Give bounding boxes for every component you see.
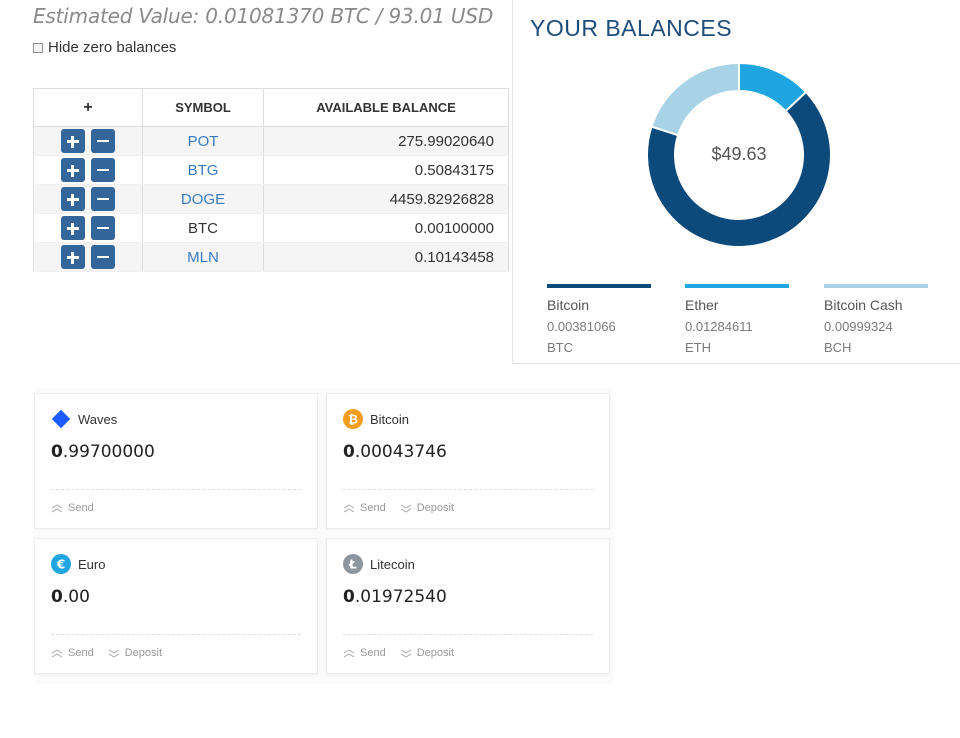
wallet-card-litecoin: Ł Litecoin 0.01972540 Send Deposit [326, 538, 610, 674]
coin-amount: 0.00043746 [343, 442, 447, 462]
balances-table: + SYMBOL AVAILABLE BALANCE POT 275.99020… [33, 88, 509, 272]
table-row: DOGE 4459.82926828 [33, 184, 509, 214]
symbol-link[interactable]: POT [142, 126, 264, 156]
chevron-down-icon [108, 649, 119, 658]
send-button[interactable]: Send [51, 647, 94, 659]
chevron-down-icon [400, 504, 411, 513]
coin-name: Euro [78, 556, 106, 572]
legend-symbol: BTC [547, 340, 573, 355]
euro-icon: € [51, 554, 71, 574]
legend-amount: 0.00999324 [824, 319, 893, 334]
send-button[interactable]: Send [343, 647, 386, 659]
deposit-button[interactable] [60, 158, 85, 182]
legend-symbol: BCH [824, 340, 852, 355]
waves-icon [51, 409, 71, 429]
hide-zero-checkbox[interactable] [33, 42, 43, 53]
svg-text:Ł: Ł [348, 558, 357, 572]
legend-bar [685, 284, 789, 288]
add-column-header[interactable]: + [33, 88, 143, 127]
wallet-card-waves: Waves 0.99700000 Send [34, 393, 318, 529]
chevron-up-icon [51, 503, 63, 512]
deposit-button[interactable]: Deposit [108, 647, 162, 659]
wallet-card-euro: € Euro 0.00 Send Deposit [34, 538, 318, 674]
deposit-button[interactable]: Deposit [400, 647, 454, 659]
legend-symbol: ETH [685, 340, 711, 355]
chevron-up-icon [343, 648, 355, 657]
table-row: MLN 0.10143458 [33, 242, 509, 272]
coin-amount: 0.99700000 [51, 442, 155, 462]
deposit-button[interactable] [60, 245, 85, 269]
litecoin-icon: Ł [343, 554, 363, 574]
card-divider [51, 489, 301, 490]
legend-item-bitcoin-cash: Bitcoin Cash 0.00999324 BCH [824, 284, 928, 355]
legend-amount: 0.01284611 [685, 319, 753, 334]
balance-value: 4459.82926828 [263, 184, 509, 214]
coin-name: Waves [78, 411, 118, 427]
card-divider [51, 634, 301, 635]
deposit-button[interactable] [60, 129, 85, 153]
legend-name: Ether [685, 297, 719, 313]
symbol-link[interactable]: BTG [142, 155, 264, 185]
withdraw-button[interactable] [91, 129, 116, 153]
deposit-button[interactable]: Deposit [400, 502, 454, 514]
svg-text:₿: ₿ [348, 413, 358, 427]
hide-zero-label: Hide zero balances [48, 39, 177, 56]
balance-donut-chart: $49.63 [646, 62, 832, 248]
balance-value: 0.50843175 [263, 155, 509, 185]
svg-text:€: € [56, 558, 65, 572]
table-row: BTC 0.00100000 [33, 213, 509, 243]
balance-value: 0.10143458 [263, 242, 509, 272]
wallet-card-bitcoin: ₿ Bitcoin 0.00043746 Send Deposit [326, 393, 610, 529]
send-button[interactable]: Send [343, 502, 386, 514]
donut-slice-bitcoin-cash [650, 62, 740, 137]
chevron-down-icon [400, 649, 411, 658]
donut-total: $49.63 [711, 144, 766, 164]
card-divider [343, 634, 593, 635]
estimated-value: Estimated Value: 0.01081370 BTC / 93.01 … [33, 4, 494, 28]
legend-bar [824, 284, 928, 288]
panel-title: YOUR BALANCES [530, 15, 733, 41]
balance-column-header: AVAILABLE BALANCE [263, 88, 509, 127]
card-divider [343, 489, 593, 490]
withdraw-button[interactable] [91, 216, 116, 240]
coin-amount: 0.01972540 [343, 587, 447, 607]
send-button[interactable]: Send [51, 502, 94, 514]
chevron-up-icon [343, 503, 355, 512]
symbol-text: BTC [142, 213, 264, 243]
chevron-up-icon [51, 648, 63, 657]
table-row: POT 275.99020640 [33, 126, 509, 156]
withdraw-button[interactable] [91, 158, 116, 182]
coin-name: Bitcoin [370, 411, 410, 427]
bitcoin-icon: ₿ [343, 409, 363, 429]
symbol-link[interactable]: MLN [142, 242, 264, 272]
your-balances-panel: YOUR BALANCES $49.63 Bitcoin 0.00381066 … [512, 0, 960, 364]
legend-item-ether: Ether 0.01284611 ETH [685, 284, 789, 355]
balance-value: 0.00100000 [263, 213, 509, 243]
legend-name: Bitcoin Cash [824, 297, 903, 313]
withdraw-button[interactable] [91, 187, 116, 211]
balance-value: 275.99020640 [263, 126, 509, 156]
legend-amount: 0.00381066 [547, 319, 616, 334]
legend-bar [547, 284, 651, 288]
symbol-link[interactable]: DOGE [142, 184, 264, 214]
withdraw-button[interactable] [91, 245, 116, 269]
table-row: BTG 0.50843175 [33, 155, 509, 185]
deposit-button[interactable] [60, 187, 85, 211]
legend-name: Bitcoin [547, 297, 590, 313]
symbol-column-header: SYMBOL [142, 88, 264, 127]
legend-item-bitcoin: Bitcoin 0.00381066 BTC [547, 284, 651, 355]
deposit-button[interactable] [60, 216, 85, 240]
coin-amount: 0.00 [51, 587, 90, 607]
coin-name: Litecoin [370, 556, 415, 572]
hide-zero-toggle[interactable]: Hide zero balances [33, 39, 176, 56]
